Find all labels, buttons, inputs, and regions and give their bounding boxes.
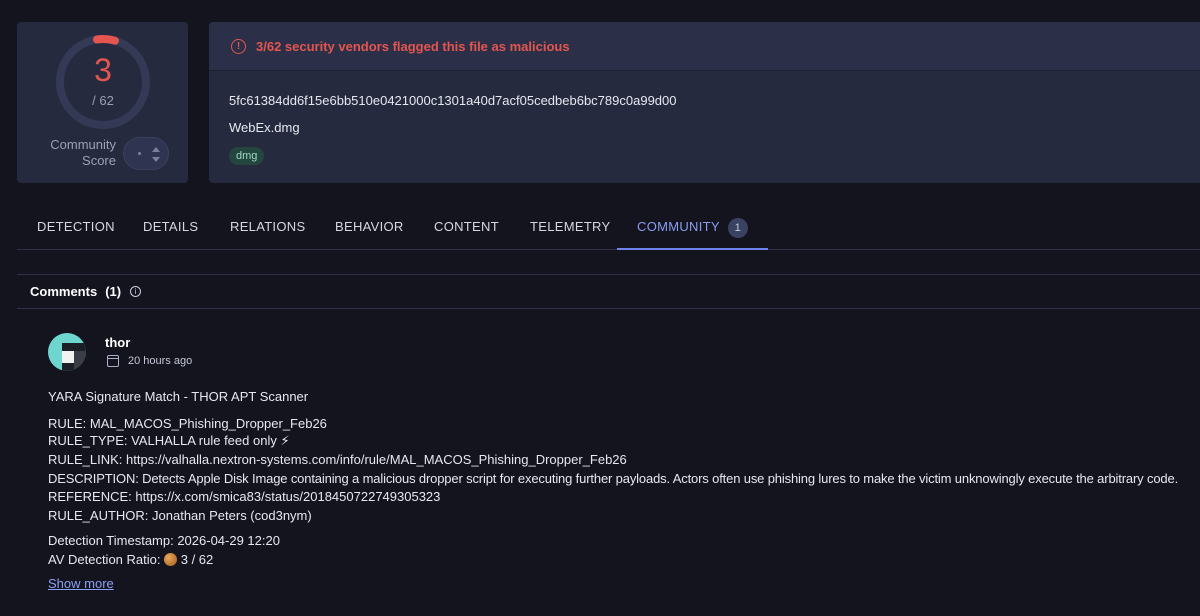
comment-line: RULE: MAL_MACOS_Phishing_Dropper_Feb26 (48, 416, 327, 431)
alert-text: 3/62 security vendors flagged this file … (256, 38, 570, 54)
tab-label: COMMUNITY (637, 219, 720, 234)
show-more-link[interactable]: Show more (48, 576, 114, 591)
community-score-card: 3 / 62 Community Score (17, 22, 188, 183)
malicious-alert-banner: ! 3/62 security vendors flagged this fil… (209, 22, 1200, 71)
comments-title: Comments (30, 284, 98, 299)
file-info-card: ! 3/62 security vendors flagged this fil… (209, 22, 1200, 183)
file-hash[interactable]: 5fc61384dd6f15e6bb510e0421000c1301a40d7a… (229, 93, 676, 108)
file-name: WebEx.dmg (229, 120, 300, 135)
detection-ratio-label: AV Detection Ratio: (48, 552, 161, 567)
tab-label: RELATIONS (230, 219, 306, 234)
tab-label: DETAILS (143, 219, 199, 234)
tab-community[interactable]: COMMUNITY 1 (617, 208, 768, 250)
tab-behavior[interactable]: BEHAVIOR (335, 208, 404, 250)
upvote-icon[interactable] (152, 147, 160, 152)
detection-ratio-value: 3 / 62 (180, 552, 214, 567)
tab-label: CONTENT (434, 219, 499, 234)
calendar-icon (107, 355, 119, 367)
ratio-indicator-icon (164, 553, 178, 566)
file-type-tag[interactable]: dmg (229, 147, 265, 165)
tab-label: BEHAVIOR (335, 219, 404, 234)
score-dot-icon (138, 152, 141, 155)
detection-count: 3 (94, 52, 112, 88)
detection-ratio-line: AV Detection Ratio: 3 / 62 (48, 552, 213, 567)
comment-line: RULE_LINK: https://valhalla.nextron-syst… (48, 452, 627, 467)
info-icon[interactable]: i (130, 286, 142, 297)
comment-line: Detection Timestamp: 2026-04-29 12:20 (48, 533, 280, 548)
comments-header: Comments (1) i (17, 274, 1200, 309)
community-score-label: Community Score (50, 137, 116, 168)
tab-details[interactable]: DETAILS (143, 208, 198, 250)
comment-line: DESCRIPTION: Detects Apple Disk Image co… (48, 471, 1179, 486)
tab-label: DETECTION (37, 219, 115, 234)
tab-detection[interactable]: DETECTION (37, 208, 115, 250)
comment-line: RULE_TYPE: VALHALLA rule feed only ⚡ (48, 433, 290, 448)
community-count-badge: 1 (727, 218, 748, 238)
detection-total: / 62 (92, 93, 114, 108)
comment-time: 20 hours ago (128, 355, 193, 367)
tab-relations[interactable]: RELATIONS (230, 208, 305, 250)
detection-gauge: 3 / 62 (55, 34, 151, 130)
report-tabs: DETECTION DETAILS RELATIONS BEHAVIOR CON… (17, 208, 1200, 250)
alert-circle-icon: ! (231, 38, 246, 54)
comment-line: YARA Signature Match - THOR APT Scanner (48, 389, 309, 404)
comments-count: (1) (105, 284, 122, 299)
community-vote-button[interactable] (123, 137, 169, 170)
avatar[interactable] (48, 333, 86, 371)
comment-line: REFERENCE: https://x.com/smica83/status/… (48, 489, 441, 504)
downvote-icon[interactable] (152, 157, 160, 162)
tab-telemetry[interactable]: TELEMETRY (530, 208, 610, 250)
comment-author[interactable]: thor (105, 335, 130, 350)
tab-content[interactable]: CONTENT (434, 208, 499, 250)
tab-label: TELEMETRY (530, 219, 611, 234)
comment-line: RULE_AUTHOR: Jonathan Peters (cod3nym) (48, 508, 312, 523)
